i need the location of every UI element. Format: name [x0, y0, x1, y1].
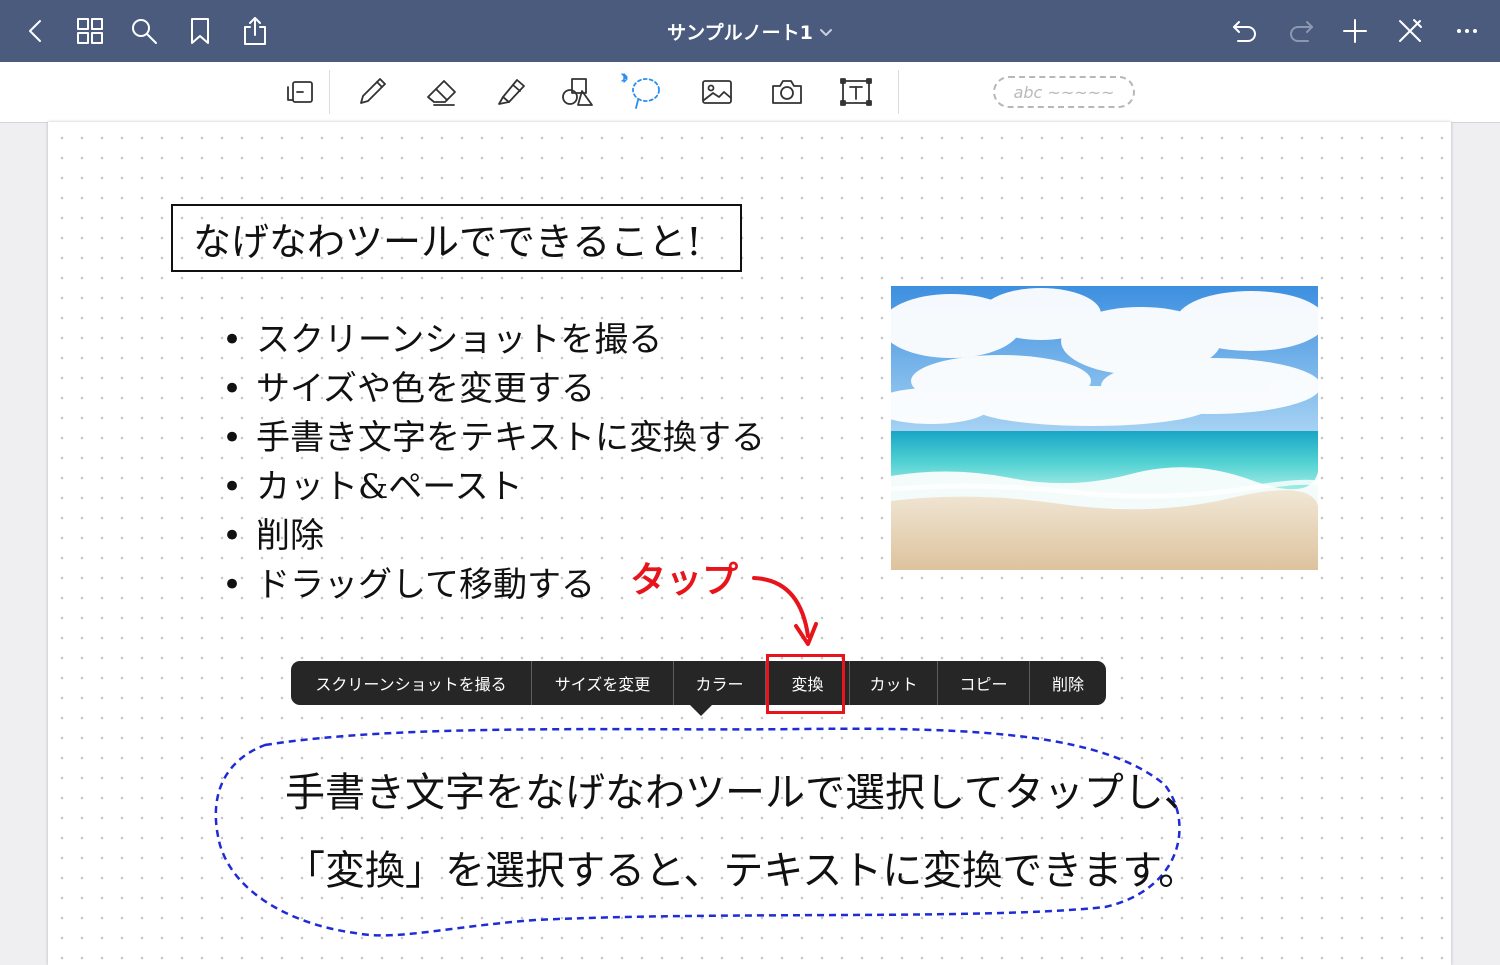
pen-icon[interactable]	[350, 62, 394, 122]
share-icon[interactable]	[233, 0, 277, 62]
search-icon[interactable]	[122, 0, 166, 62]
shapes-icon[interactable]	[556, 62, 600, 122]
camera-icon[interactable]	[765, 62, 809, 122]
handwritten-title-text: なげなわツールでできること!	[193, 219, 702, 264]
menu-item-copy[interactable]: コピー	[938, 661, 1030, 705]
beach-photo-art	[891, 286, 1318, 570]
handwritten-title: なげなわツールでできること!	[171, 204, 742, 272]
convert-highlight-box	[766, 654, 845, 714]
menu-item-color[interactable]: カラー	[674, 661, 766, 705]
close-pen-icon[interactable]	[1388, 0, 1432, 62]
menu-item-screenshot[interactable]: スクリーンショットを撮る	[291, 661, 532, 705]
lasso-icon[interactable]	[612, 62, 668, 122]
tap-arrow-icon	[752, 576, 818, 646]
back-icon[interactable]	[14, 0, 56, 62]
menu-item-cut[interactable]: カット	[850, 661, 938, 705]
tap-annotation: タップ	[630, 560, 739, 601]
menu-item-delete[interactable]: 削除	[1030, 661, 1106, 705]
bookmark-icon[interactable]	[178, 0, 222, 62]
list-item: • カット&ペースト	[222, 467, 523, 507]
lasso-context-menu: スクリーンショットを撮る サイズを変更 カラー 変換 カット コピー 削除	[291, 661, 1106, 705]
tool-bar	[0, 62, 1500, 123]
textbox-icon[interactable]	[834, 62, 878, 122]
note-title-text: サンプルノート1	[667, 21, 813, 44]
list-item: • スクリーンショットを撮る	[222, 320, 663, 360]
list-item: • サイズや色を変更する	[222, 369, 595, 409]
beach-photo[interactable]	[891, 286, 1318, 570]
grid-icon[interactable]	[68, 0, 112, 62]
image-icon[interactable]	[695, 62, 739, 122]
undo-icon[interactable]	[1223, 0, 1267, 62]
toolbar-divider	[329, 70, 330, 114]
top-bar: サンプルノート1	[0, 0, 1500, 62]
redo-icon[interactable]	[1279, 0, 1323, 62]
eraser-icon[interactable]	[420, 62, 464, 122]
pen-preset-pill[interactable]: abc ~~~~~	[993, 76, 1135, 108]
plus-icon[interactable]	[1333, 0, 1377, 62]
note-title[interactable]: サンプルノート1	[600, 0, 900, 62]
toolbar-divider	[898, 70, 899, 114]
page-switch-icon[interactable]	[278, 62, 322, 122]
lasso-selection-outline	[214, 727, 1181, 937]
chevron-down-icon	[819, 20, 833, 42]
handwritten-note-line-1: 手書き文字をなげなわツールで選択してタップし、	[285, 770, 1204, 816]
more-icon[interactable]	[1445, 0, 1489, 62]
highlighter-icon[interactable]	[489, 62, 533, 122]
list-item: • 手書き文字をテキストに変換する	[222, 418, 765, 458]
handwritten-note-line-2: 「変換」を選択すると、テキストに変換できます。	[285, 848, 1199, 894]
menu-item-resize[interactable]: サイズを変更	[532, 661, 674, 705]
